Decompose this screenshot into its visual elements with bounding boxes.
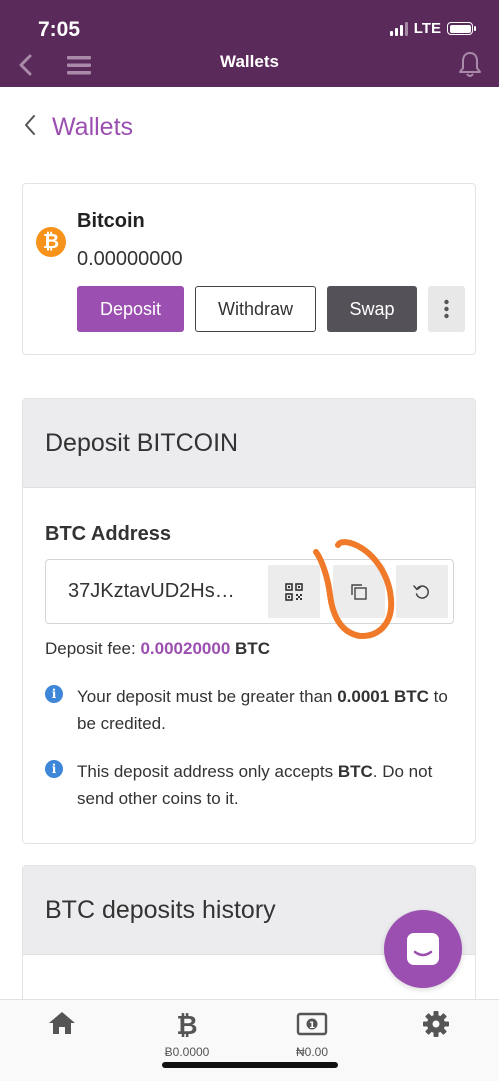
battery-icon <box>447 22 476 35</box>
info-text-part: This deposit address only accepts <box>77 762 338 781</box>
info-text-bold: 0.0001 BTC <box>337 687 429 706</box>
chat-support-button[interactable] <box>384 910 462 988</box>
page-header: Wallets <box>22 112 133 143</box>
home-icon <box>49 1012 75 1034</box>
coin-balance: 0.00000000 <box>77 248 183 270</box>
top-navbar: Wallets <box>0 44 499 87</box>
info-text-part: Your deposit must be greater than <box>77 687 338 706</box>
fee-unit: BTC <box>235 639 270 658</box>
fee-label: Deposit fee: <box>45 639 136 658</box>
refresh-icon <box>413 584 429 599</box>
withdraw-button[interactable]: Withdraw <box>195 286 316 332</box>
address-value[interactable]: 37JKztavUD2Hs… <box>68 580 235 603</box>
deposit-fee: Deposit fee: 0.00020000 BTC <box>45 639 270 659</box>
network-label: LTE <box>413 20 441 37</box>
status-indicators: LTE <box>389 20 476 37</box>
address-field[interactable]: 37JKztavUD2Hs… <box>45 559 454 624</box>
status-bar: 7:05 LTE <box>0 0 499 44</box>
home-indicator <box>162 1062 338 1068</box>
bell-icon[interactable] <box>457 49 483 84</box>
chevron-left-icon[interactable] <box>22 112 38 143</box>
navbar-title: Wallets <box>220 52 279 71</box>
btc-balance: Ƀ0.0000 <box>164 1045 210 1059</box>
svg-text:₿: ₿ <box>176 1011 197 1038</box>
tab-settings[interactable] <box>396 1010 476 1043</box>
page-title[interactable]: Wallets <box>52 113 133 142</box>
gear-icon <box>423 1011 449 1037</box>
tab-btc-wallet[interactable]: ₿ Ƀ0.0000 <box>147 1010 227 1059</box>
tab-ngn-wallet[interactable]: 1 ₦0.00 <box>272 1010 352 1059</box>
coin-name: Bitcoin <box>77 210 145 232</box>
info-icon: i <box>45 760 63 778</box>
status-time: 7:05 <box>38 18 81 41</box>
info-text: This deposit address only accepts BTC. D… <box>77 758 452 812</box>
bottom-tab-bar: ₿ Ƀ0.0000 1 ₦0.00 <box>0 999 499 1081</box>
copy-icon <box>351 583 367 600</box>
copy-address-button[interactable] <box>333 565 385 618</box>
qr-code-icon <box>285 582 303 601</box>
ngn-balance: ₦0.00 <box>295 1045 329 1059</box>
refresh-address-button[interactable] <box>396 565 448 618</box>
bitcoin-icon: ₿ <box>176 1011 197 1041</box>
bitcoin-icon: ₿ <box>36 227 66 257</box>
swap-button[interactable]: Swap <box>327 286 417 332</box>
tab-home[interactable] <box>22 1010 102 1041</box>
banknote-icon: 1 <box>296 1012 328 1036</box>
history-title: BTC deposits history <box>45 896 276 924</box>
info-text: Your deposit must be greater than 0.0001… <box>77 683 452 737</box>
wallet-card: ₿ Bitcoin 0.00000000 Deposit Withdraw Sw… <box>22 183 476 355</box>
fee-value: 0.00020000 <box>140 639 231 658</box>
chat-icon <box>407 933 439 965</box>
signal-icon <box>389 21 408 36</box>
svg-text:1: 1 <box>309 1021 315 1031</box>
deposit-title: Deposit BITCOIN <box>45 429 239 457</box>
deposit-card-header: Deposit BITCOIN <box>23 399 475 488</box>
info-icon: i <box>45 685 63 703</box>
info-text-bold: BTC <box>337 762 373 781</box>
more-options-button[interactable] <box>428 286 465 332</box>
deposit-button[interactable]: Deposit <box>77 286 184 332</box>
deposit-card: Deposit BITCOIN BTC Address 37JKztavUD2H… <box>22 398 476 844</box>
address-label: BTC Address <box>45 523 171 545</box>
qr-code-button[interactable] <box>268 565 320 618</box>
vertical-dots-icon <box>444 299 449 319</box>
